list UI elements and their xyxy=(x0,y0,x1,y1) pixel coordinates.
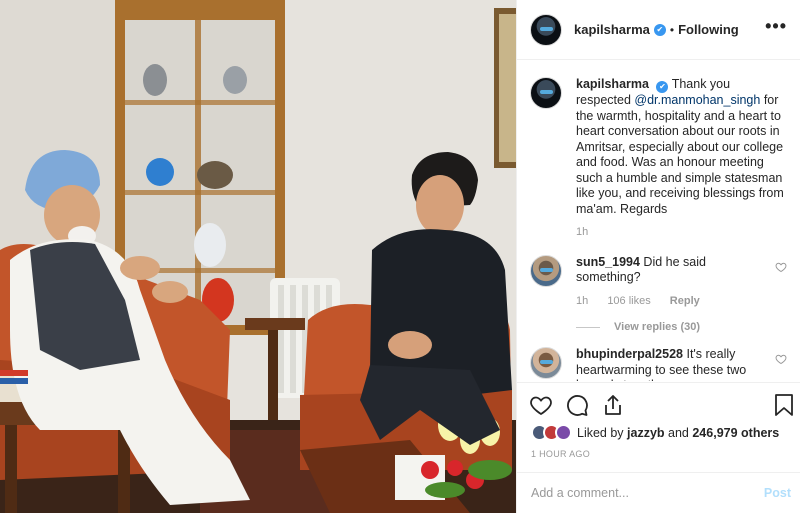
caption-time[interactable]: 1h xyxy=(576,226,588,238)
post-comment-button[interactable]: Post xyxy=(764,486,791,500)
comment-meta: 1h 106 likes Reply xyxy=(576,294,766,310)
reply-button[interactable]: Reply xyxy=(670,295,700,307)
comment-username[interactable]: sun5_1994 xyxy=(576,255,640,269)
verified-badge-icon: ✔ xyxy=(656,81,669,93)
post-timestamp[interactable]: 1 HOUR AGO xyxy=(531,449,590,459)
liker-avatar[interactable] xyxy=(555,424,572,441)
comments-list[interactable]: kapilsharma ✔ Thank you respected @dr.ma… xyxy=(517,61,800,381)
add-comment-bar: Post xyxy=(517,472,800,513)
view-replies-button[interactable]: View replies (30) xyxy=(576,321,787,333)
commenter-avatar[interactable] xyxy=(530,347,562,379)
action-bar xyxy=(517,382,800,426)
mention-link[interactable]: @dr.manmohan_singh xyxy=(634,93,760,107)
likes-summary: Liked by jazzyb and 246,979 others xyxy=(531,424,779,441)
comment-input[interactable] xyxy=(531,486,741,500)
comment-body: bhupinderpal2528 It's really heartwarmin… xyxy=(576,347,766,381)
caption-username[interactable]: kapilsharma xyxy=(576,77,649,91)
comment-like-heart-icon[interactable] xyxy=(775,353,787,365)
commenter-avatar[interactable] xyxy=(530,254,562,287)
likes-others-link[interactable]: 246,979 others xyxy=(692,426,779,440)
post-sidebar: kapilsharma ✔ • Following ••• kapilsharm… xyxy=(516,0,800,513)
author-username[interactable]: kapilsharma xyxy=(574,22,650,37)
caption-avatar[interactable] xyxy=(530,77,562,109)
post-photo[interactable] xyxy=(0,0,516,513)
photo-illustration xyxy=(0,0,516,513)
comment-icon[interactable] xyxy=(565,393,589,417)
caption: kapilsharma ✔ Thank you respected @dr.ma… xyxy=(530,77,787,241)
likes-middle: and xyxy=(664,425,693,440)
comment-like-heart-icon[interactable] xyxy=(775,261,787,273)
likes-text: Liked by jazzyb and 246,979 others xyxy=(577,426,779,440)
comment-time[interactable]: 1h xyxy=(576,295,588,307)
share-icon[interactable] xyxy=(601,393,625,417)
following-button[interactable]: Following xyxy=(678,22,739,37)
caption-text-end: for the warmth, hospitality and a heart … xyxy=(576,93,784,216)
separator-dot: • xyxy=(669,22,675,37)
caption-body: kapilsharma ✔ Thank you respected @dr.ma… xyxy=(576,77,784,241)
bookmark-icon[interactable] xyxy=(774,393,794,417)
replies-line xyxy=(576,326,600,328)
comment-body: sun5_1994 Did he said something? 1h 106 … xyxy=(576,255,766,310)
comment-item: bhupinderpal2528 It's really heartwarmin… xyxy=(530,347,787,381)
likes-prefix: Liked by xyxy=(577,425,628,440)
author-avatar[interactable] xyxy=(530,13,562,46)
comment-likes[interactable]: 106 likes xyxy=(607,295,650,307)
caption-meta: 1h xyxy=(576,225,784,241)
comment-item: sun5_1994 Did he said something? 1h 106 … xyxy=(530,254,787,310)
view-replies-label: View replies (30) xyxy=(614,321,701,333)
post-header: kapilsharma ✔ • Following ••• xyxy=(517,0,800,60)
verified-badge-icon: ✔ xyxy=(653,23,666,36)
heart-icon[interactable] xyxy=(529,393,553,417)
comment-username[interactable]: bhupinderpal2528 xyxy=(576,347,683,361)
liker-username[interactable]: jazzyb xyxy=(627,426,665,440)
more-options-icon[interactable]: ••• xyxy=(765,16,787,37)
